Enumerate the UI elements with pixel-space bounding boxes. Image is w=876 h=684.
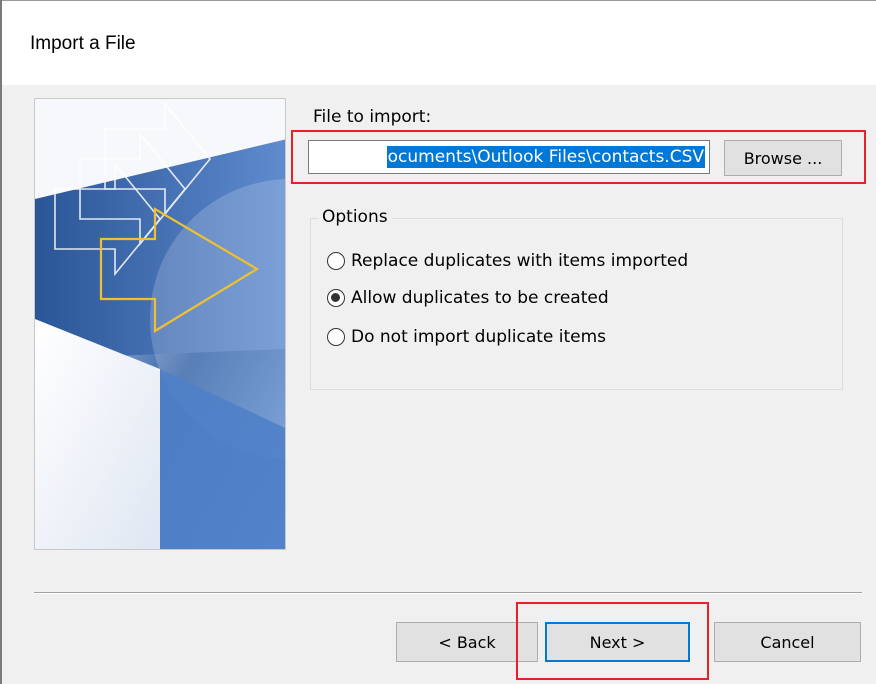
wizard-illustration (35, 99, 285, 549)
dialog-title: Import a File (30, 33, 136, 54)
option-label: Do not import duplicate items (351, 327, 607, 347)
dialog-title-bar: Import a File (2, 1, 876, 85)
option-label: Allow duplicates to be created (351, 288, 609, 308)
file-input-highlight (291, 130, 866, 184)
radio-replace-duplicates[interactable] (327, 252, 345, 270)
file-to-import-label: File to import: (313, 107, 432, 127)
next-button-highlight (516, 602, 709, 680)
option-no-duplicates[interactable]: Do not import duplicate items (327, 327, 606, 347)
radio-allow-duplicates[interactable] (327, 289, 345, 307)
footer-separator-highlight (34, 593, 862, 594)
option-replace-duplicates[interactable]: Replace duplicates with items imported (327, 251, 688, 271)
cancel-button[interactable]: Cancel (714, 622, 861, 662)
option-allow-duplicates[interactable]: Allow duplicates to be created (327, 288, 609, 308)
radio-no-duplicates[interactable] (327, 328, 345, 346)
option-label: Replace duplicates with items imported (351, 251, 689, 271)
wizard-side-image (34, 98, 286, 550)
options-legend: Options (318, 207, 392, 227)
